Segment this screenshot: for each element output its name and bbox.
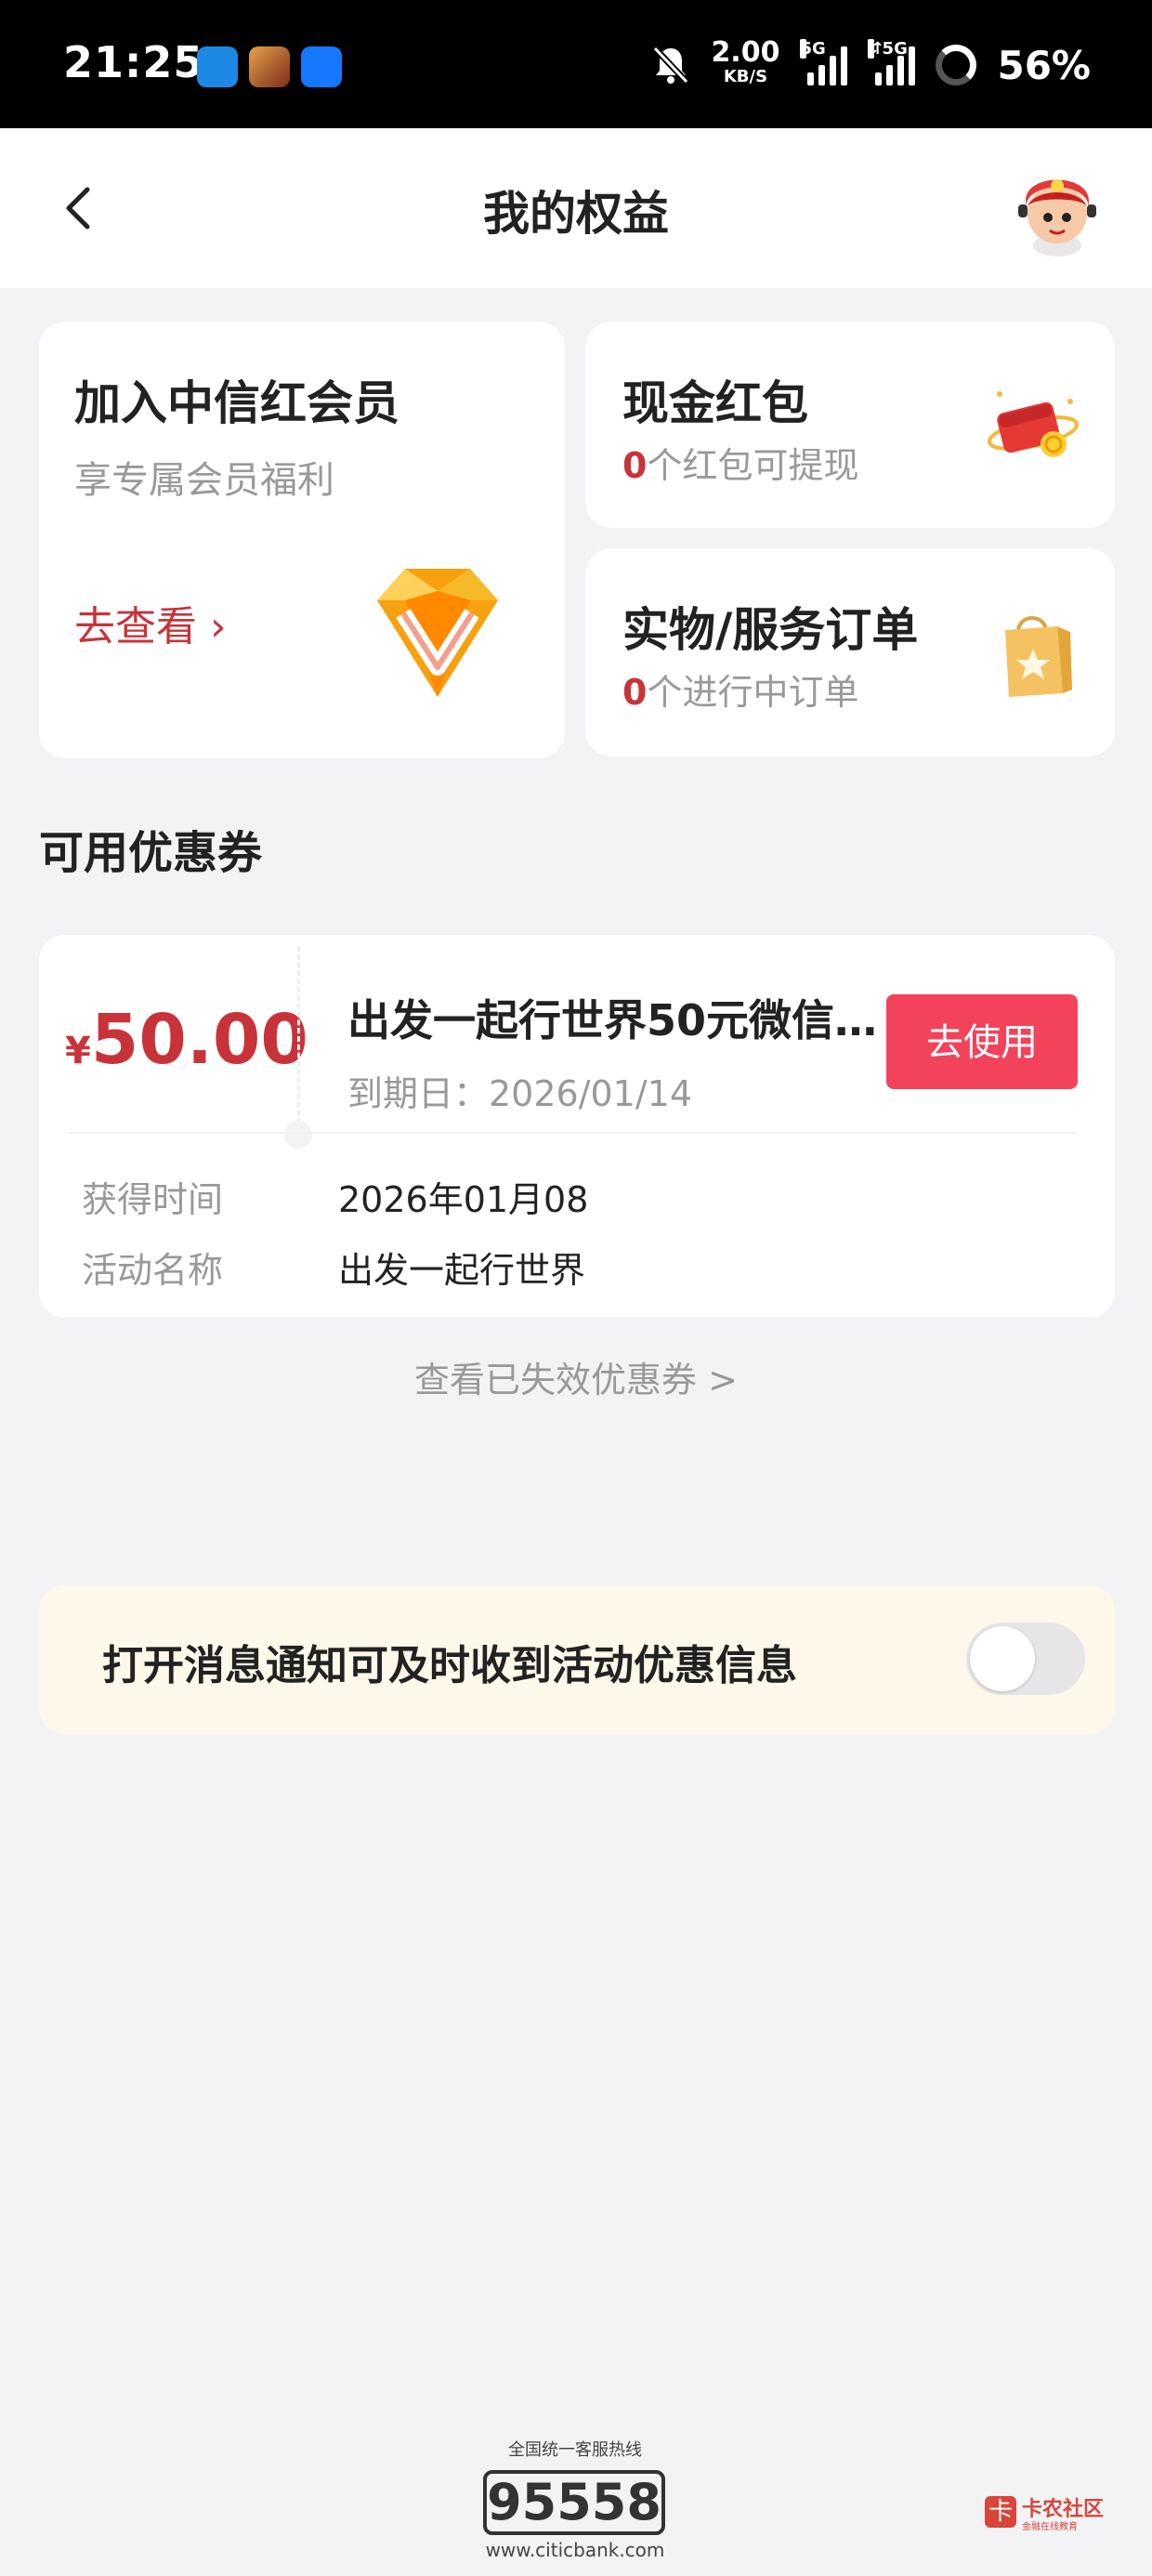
notification-banner: 打开消息通知可及时收到活动优惠信息 xyxy=(39,1585,1115,1734)
mascot-avatar-icon[interactable] xyxy=(1007,160,1107,260)
cash-title: 现金红包 xyxy=(622,376,808,430)
signal-bar xyxy=(807,72,815,85)
orders-subtitle: 0个进行中订单 xyxy=(622,664,858,715)
coupon-divider xyxy=(297,946,300,1132)
member-card[interactable]: 加入中信红会员 享专属会员福利 去查看 › xyxy=(39,322,565,758)
red-packet-icon xyxy=(987,391,1080,457)
orders-title: 实物/服务订单 xyxy=(622,603,919,657)
obtained-value: 2026年01月08 xyxy=(338,1179,589,1220)
signal-bar xyxy=(909,46,916,85)
battery-percent: 56% xyxy=(997,42,1091,88)
vip-diamond-icon xyxy=(377,569,498,697)
activity-label: 活动名称 xyxy=(82,1250,224,1291)
orders-desc: 个进行中订单 xyxy=(647,672,859,713)
expired-coupons-link[interactable]: 查看已失效优惠券 > xyxy=(0,1351,1152,1402)
notification-text: 打开消息通知可及时收到活动优惠信息 xyxy=(102,1642,797,1689)
signal-bar xyxy=(830,56,837,85)
coupon-expire-date: 到期日：2026/01/14 xyxy=(347,1073,693,1114)
coupon-currency: ¥ xyxy=(65,1030,91,1072)
message-notification-icon xyxy=(301,46,342,87)
cash-redpacket-card[interactable]: 现金红包 0个红包可提现 xyxy=(585,322,1115,528)
nav-bar: 我的权益 xyxy=(0,128,1152,288)
coupon-amount: ¥50.00 xyxy=(65,1000,308,1080)
shopping-bag-icon xyxy=(1005,616,1072,697)
watermark-icon: 卡 xyxy=(985,2496,1016,2528)
watermark-logo: 卡 卡农社区 金融在线教育 xyxy=(985,2492,1106,2533)
coupons-section-title: 可用优惠券 xyxy=(39,827,263,879)
watermark-subtitle: 金融在线教育 xyxy=(1022,2522,1078,2532)
coupon-name: 出发一起行世界50元微信立减金 xyxy=(347,995,886,1045)
coupon-activity-row: 活动名称 出发一起行世界 xyxy=(82,1242,585,1293)
coupon-card: ¥50.00 出发一起行世界50元微信立减金 到期日：2026/01/14 去使… xyxy=(39,935,1115,1318)
coupon-separator xyxy=(69,1132,1078,1134)
page-title: 我的权益 xyxy=(483,187,669,241)
activity-value: 出发一起行世界 xyxy=(338,1250,586,1291)
signal-bar xyxy=(818,65,826,85)
hotline-website: www.citicbank.com xyxy=(485,2539,665,2561)
hotline-number: 95558 xyxy=(483,2470,665,2535)
mute-bell-icon xyxy=(652,46,689,85)
signal-bar xyxy=(886,65,894,85)
signal-bar xyxy=(841,46,848,85)
sim1-tag: 5G xyxy=(800,39,826,59)
coupon-obtained-row: 获得时间 2026年01月08 xyxy=(82,1171,588,1222)
status-time: 21:25 xyxy=(63,37,204,87)
member-subtitle: 享专属会员福利 xyxy=(74,459,334,502)
toggle-knob xyxy=(970,1626,1035,1691)
battery-icon xyxy=(936,45,977,85)
coupon-value: 50.00 xyxy=(90,1000,308,1080)
hotline-caption: 全国统一客服热线 xyxy=(508,2440,642,2460)
cash-subtitle: 0个红包可提现 xyxy=(622,437,858,488)
signal-sim2-icon: ⇵5G xyxy=(868,39,916,85)
cash-count: 0 xyxy=(622,445,648,486)
status-indicators: 2.00 KB/S 5G ⇵5G 56% xyxy=(651,37,1091,93)
cash-desc: 个红包可提现 xyxy=(647,445,859,486)
network-speed-value: 2.00 xyxy=(711,36,780,69)
signal-bar xyxy=(897,56,905,85)
signal-bar xyxy=(875,72,883,85)
hotline-logo: 全国统一客服热线 95558 www.citicbank.com xyxy=(452,2429,699,2565)
notification-toggle[interactable] xyxy=(966,1623,1085,1695)
coupon-notch xyxy=(284,1121,312,1149)
obtained-label: 获得时间 xyxy=(82,1179,224,1220)
signal-sim1-icon: 5G xyxy=(800,39,848,85)
app-notification-icon xyxy=(197,46,238,87)
use-coupon-button[interactable]: 去使用 xyxy=(886,994,1078,1089)
sim2-tag: ⇵5G xyxy=(868,39,908,59)
member-title: 加入中信红会员 xyxy=(74,376,399,430)
network-speed: 2.00 KB/S xyxy=(711,39,779,89)
status-bar: 21:25 2.00 KB/S 5G ⇵5G 56% xyxy=(0,0,1152,128)
member-view-link[interactable]: 去查看 › xyxy=(74,593,227,652)
game-notification-icon xyxy=(249,46,290,87)
orders-card[interactable]: 实物/服务订单 0个进行中订单 xyxy=(585,548,1115,756)
orders-count: 0 xyxy=(622,672,648,713)
